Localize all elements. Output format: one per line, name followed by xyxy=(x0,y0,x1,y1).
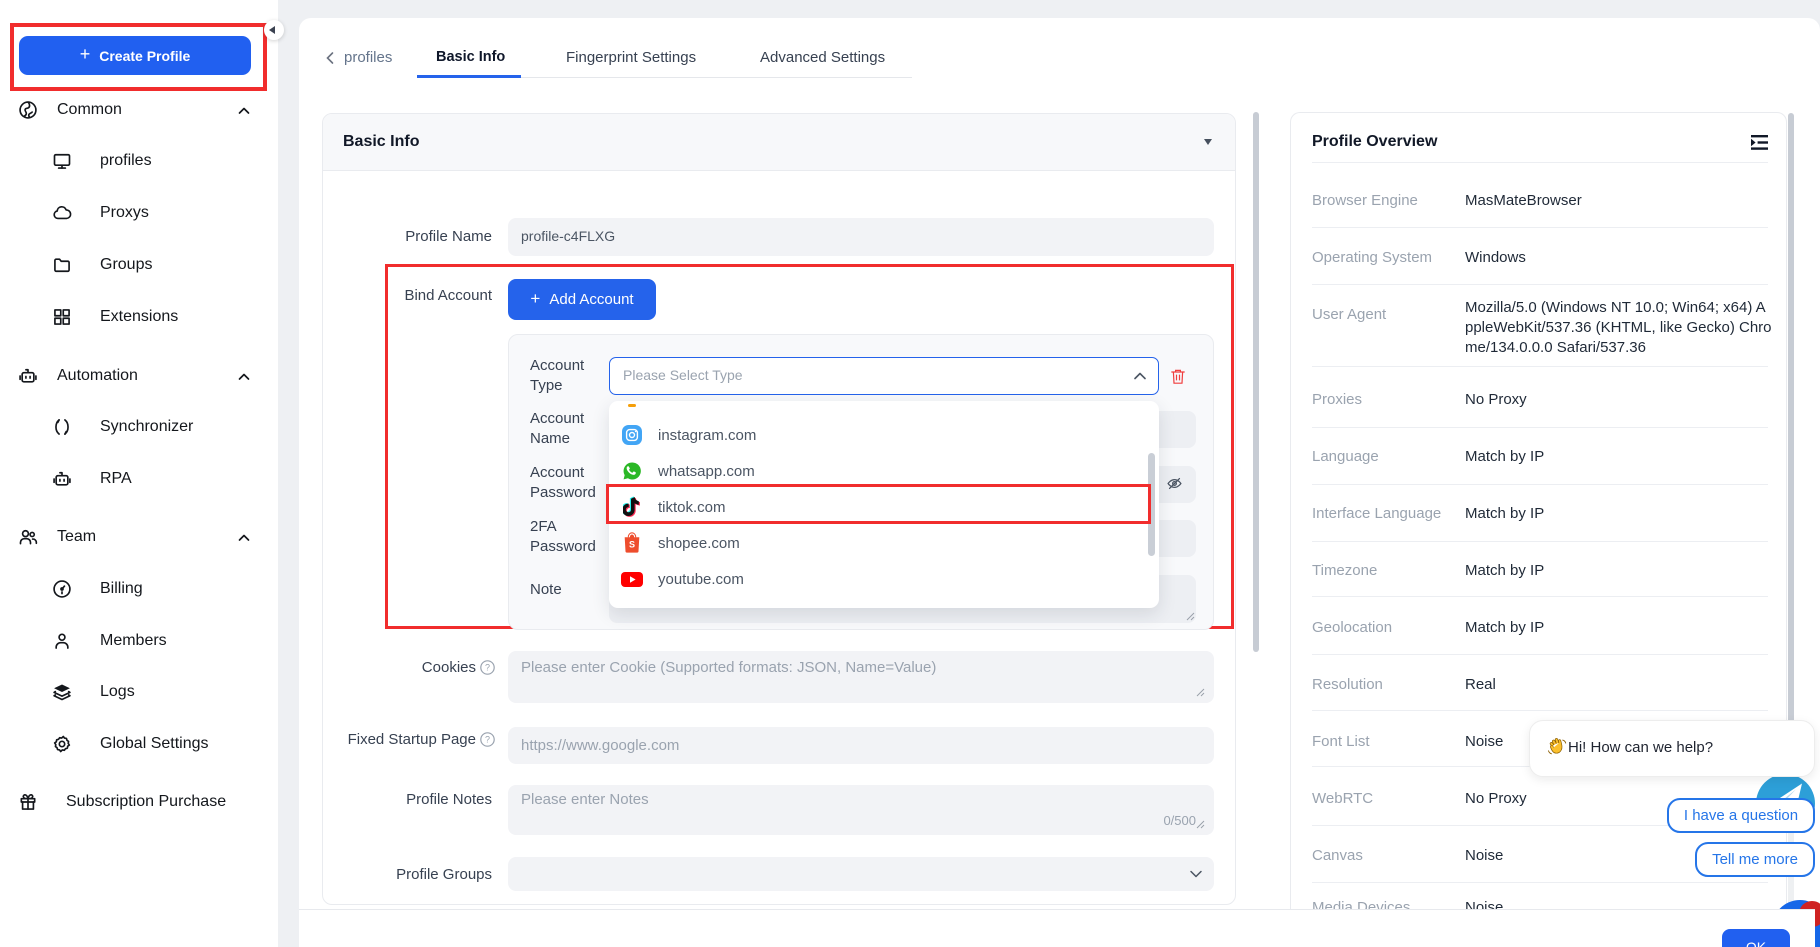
svg-text:?: ? xyxy=(485,735,490,745)
svg-text:?: ? xyxy=(485,663,490,673)
svg-text:S: S xyxy=(629,540,635,550)
